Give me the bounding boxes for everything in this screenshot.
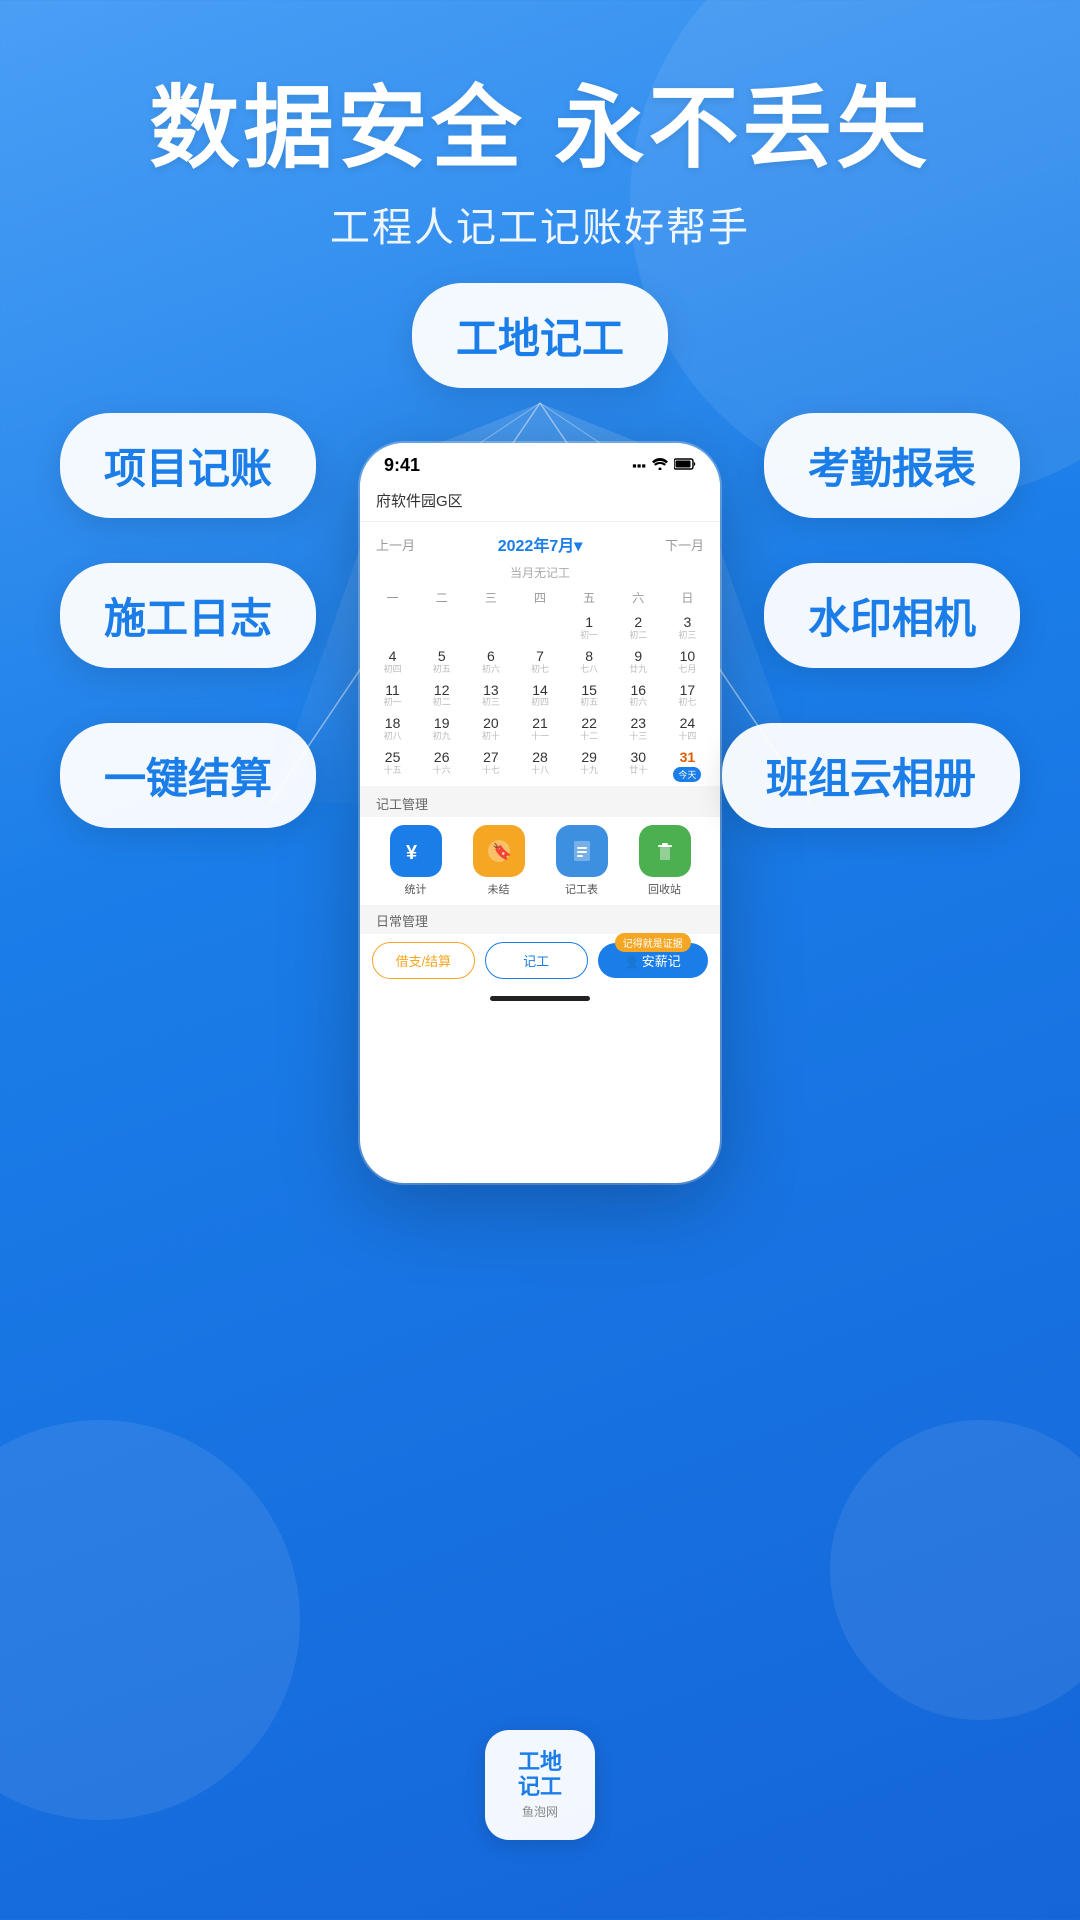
cal-cell[interactable]: 6初六 [466,644,515,678]
feature-card-center: 工地记工 [412,283,668,388]
cal-cell[interactable]: 22十二 [565,711,614,745]
battery-icon [674,458,696,473]
cal-cell[interactable]: 23十三 [614,711,663,745]
cal-cell[interactable]: 11初一 [368,678,417,712]
cal-cell-today[interactable]: 31 今天 [663,745,712,786]
subtitle: 工程人记工记账好帮手 [0,195,1080,253]
phone-mockup: 9:41 ▪▪▪ 府软件园G区 上一月 2022年7月▾ 下一月 当月无记工 [360,443,720,1183]
cal-cell[interactable]: 24十四 [663,711,712,745]
main-title: 数据安全 永不丢失 [0,80,1080,179]
cal-cell[interactable]: 13初三 [466,678,515,712]
cal-cell[interactable]: 9廿九 [614,644,663,678]
cal-cell[interactable]: 18初八 [368,711,417,745]
svg-text:¥: ¥ [406,842,418,864]
feature-card-banzuyun: 班组云相册 [722,723,1020,828]
btn-borrow-settle[interactable]: 借支/结算 [372,942,475,979]
calendar-title[interactable]: 2022年7月▾ [498,532,583,556]
cal-cell[interactable]: - [368,610,417,644]
weekday-3: 三 [466,585,515,610]
phone-status-bar: 9:41 ▪▪▪ [360,443,720,482]
feature-card-xiangmu: 项目记账 [60,413,316,518]
btn-salary-record[interactable]: 记得就是证据 👤安薪记 [598,943,709,978]
calendar-next[interactable]: 下一月 [665,535,704,554]
cal-cell[interactable]: 4初四 [368,644,417,678]
weekday-7: 日 [663,585,712,610]
calendar-nav: 上一月 2022年7月▾ 下一月 [360,522,720,560]
signal-icon: ▪▪▪ [632,458,646,473]
cal-cell[interactable]: 27十七 [466,745,515,786]
cal-cell[interactable]: 8七八 [565,644,614,678]
phone-status-icons: ▪▪▪ [632,458,696,473]
weekday-1: 一 [368,585,417,610]
weekday-5: 五 [565,585,614,610]
section-richang-title: 日常管理 [360,905,720,934]
cal-cell[interactable]: - [417,610,466,644]
cal-cell[interactable]: 10七月 [663,644,712,678]
app-icon-sub-text: 鱼泡网 [522,1803,558,1820]
calendar-prev[interactable]: 上一月 [376,535,415,554]
weekday-6: 六 [614,585,663,610]
weijie-label: 未结 [488,881,510,897]
cal-cell[interactable]: 20初十 [466,711,515,745]
cal-cell[interactable]: - [515,610,564,644]
section-jigong-title: 记工管理 [360,786,720,817]
weekday-2: 二 [417,585,466,610]
phone-home-indicator [360,989,720,1009]
calendar-grid: 一 二 三 四 五 六 日 - - - - 1初一 2初二 3初三 4初四 [360,585,720,786]
icon-weijie[interactable]: 🔖 未结 [459,825,538,897]
features-area: 工地记工 项目记账 考勤报表 施工日志 水印相机 一键结算 班组云相册 9:41… [0,283,1080,1233]
jigong-icons-row: ¥ 统计 🔖 未结 [360,817,720,905]
bg-decoration-2 [0,1420,300,1820]
cal-cell[interactable]: 17初七 [663,678,712,712]
phone-bottom-bar: 借支/结算 记工 记得就是证据 👤安薪记 [360,934,720,989]
weekday-4: 四 [515,585,564,610]
cal-cell[interactable]: 15初五 [565,678,614,712]
icon-huishouzhan[interactable]: 回收站 [625,825,704,897]
huishouzhan-label: 回收站 [648,881,681,897]
cal-cell[interactable]: 5初五 [417,644,466,678]
cal-cell[interactable]: 16初六 [614,678,663,712]
cal-cell[interactable]: - [466,610,515,644]
cal-cell[interactable]: 3初三 [663,610,712,644]
jigongbiao-label: 记工表 [565,881,598,897]
cal-cell[interactable]: 2初二 [614,610,663,644]
salary-badge: 记得就是证据 [615,933,691,952]
tongji-icon-box: ¥ [390,825,442,877]
app-icon-box: 工地 记工 鱼泡网 [485,1730,595,1840]
tongji-label: 统计 [405,881,427,897]
cal-cell[interactable]: 30廿十 [614,745,663,786]
phone-location-header: 府软件园G区 [360,482,720,522]
bg-decoration-3 [830,1420,1080,1720]
svg-text:🔖: 🔖 [492,842,512,861]
app-icon-main-text: 工地 记工 [518,1750,562,1798]
cal-cell[interactable]: 29十九 [565,745,614,786]
cal-cell[interactable]: 26十六 [417,745,466,786]
user-icon: 👤 [625,955,640,969]
cal-cell[interactable]: 21十一 [515,711,564,745]
icon-jigongbiao[interactable]: 记工表 [542,825,621,897]
btn-record-work[interactable]: 记工 [485,942,588,979]
jigongbiao-icon-box [556,825,608,877]
feature-card-kaoqin: 考勤报表 [764,413,1020,518]
cal-cell[interactable]: 1初一 [565,610,614,644]
location-text: 府软件园G区 [376,493,463,510]
icon-tongji[interactable]: ¥ 统计 [376,825,455,897]
no-record-text: 当月无记工 [360,560,720,585]
weijie-icon-box: 🔖 [473,825,525,877]
wifi-icon [652,458,668,473]
cal-cell[interactable]: 19初九 [417,711,466,745]
cal-cell[interactable]: 14初四 [515,678,564,712]
feature-card-shigong: 施工日志 [60,563,316,668]
feature-card-yijian: 一键结算 [60,723,316,828]
phone-time: 9:41 [384,455,420,476]
home-bar [490,996,590,1001]
cal-cell[interactable]: 25十五 [368,745,417,786]
cal-cell[interactable]: 28十八 [515,745,564,786]
cal-cell[interactable]: 7初七 [515,644,564,678]
huishouzhan-icon-box [639,825,691,877]
cal-cell[interactable]: 12初二 [417,678,466,712]
app-icon-section: 工地 记工 鱼泡网 [485,1730,595,1840]
feature-card-shuiyin: 水印相机 [764,563,1020,668]
header: 数据安全 永不丢失 工程人记工记账好帮手 [0,0,1080,253]
